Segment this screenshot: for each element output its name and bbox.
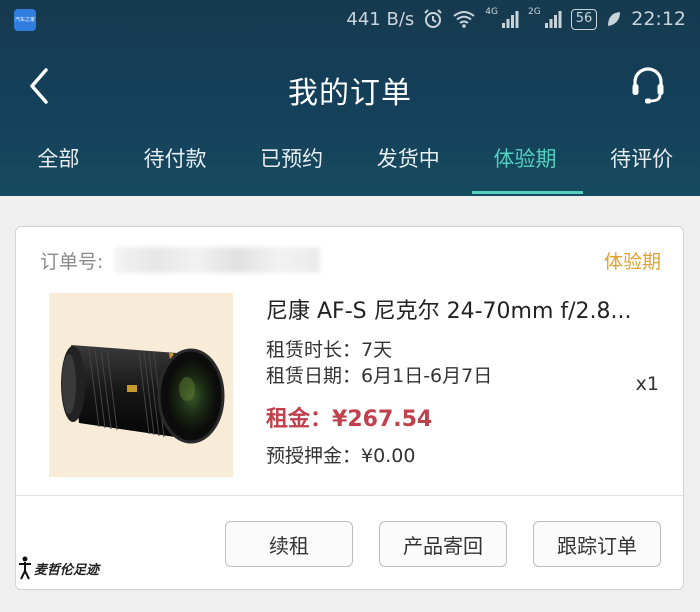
rental-dates: 租赁日期：6月1日-6月7日 [266,361,492,388]
network-type-1: 4G [485,7,498,17]
rent-value: ¥267.54 [332,407,433,432]
watermark: 麦哲伦足迹 [18,556,99,580]
tab-shipping[interactable]: 发货中 [350,136,467,196]
signal-icon-2 [544,11,562,28]
rental-dates-value: 6月1日-6月7日 [361,365,493,387]
order-status: 体验期 [603,251,661,273]
tab-reserved[interactable]: 已预约 [233,136,350,196]
top-bar: 汽车之家 441 B/s 4G 2G 56 22:12 我的订单 全部 待付款 … [0,0,700,196]
battery-indicator: 56 [570,8,598,30]
return-product-button[interactable]: 产品寄回 [379,521,507,567]
order-card[interactable]: 订单号: 体验期 尼康 AF-S 尼克尔 24-70mm f/2.8... 租赁… [15,226,684,590]
product-image[interactable] [49,293,233,477]
order-number-redacted [114,247,320,273]
order-number-label: 订单号: [40,251,104,273]
rent-label: 租金： [266,407,333,432]
deposit-label: 预授押金： [266,445,362,467]
product-name[interactable]: 尼康 AF-S 尼克尔 24-70mm f/2.8... [266,293,632,325]
status-bar: 汽车之家 441 B/s 4G 2G 56 22:12 [0,0,700,40]
header: 我的订单 [0,40,700,136]
page-title: 我的订单 [288,76,412,111]
tab-pending-review[interactable]: 待评价 [583,136,700,196]
watermark-text: 麦哲伦足迹 [34,562,100,578]
tab-trial-period[interactable]: 体验期 [467,136,584,196]
tab-all[interactable]: 全部 [0,136,117,196]
rental-duration: 租赁时长：7天 [266,335,392,362]
order-tabs: 全部 待付款 已预约 发货中 体验期 待评价 [0,136,700,196]
rent-amount: 租金：¥267.54 [266,401,432,433]
deposit-value: ¥0.00 [361,445,416,467]
signal-icon [501,11,519,28]
network-speed: 441 B/s [346,8,415,30]
deposit: 预授押金：¥0.00 [266,441,415,468]
rental-dates-label: 租赁日期： [266,365,362,387]
network-type-2: 2G [527,7,541,17]
renew-button[interactable]: 续租 [225,521,353,567]
leaf-icon [608,12,621,26]
app-notification-icon: 汽车之家 [14,9,36,31]
alarm-icon [424,9,442,28]
wifi-icon [453,11,475,28]
quantity: x1 [635,373,659,395]
rental-duration-label: 租赁时长： [266,339,362,361]
person-icon [19,556,31,580]
divider [16,495,683,496]
camera-lens-image [61,345,225,444]
clock: 22:12 [631,8,686,30]
track-order-button[interactable]: 跟踪订单 [533,521,661,567]
rental-duration-value: 7天 [361,339,393,361]
tab-pending-payment[interactable]: 待付款 [117,136,234,196]
headset-icon[interactable] [630,65,666,105]
